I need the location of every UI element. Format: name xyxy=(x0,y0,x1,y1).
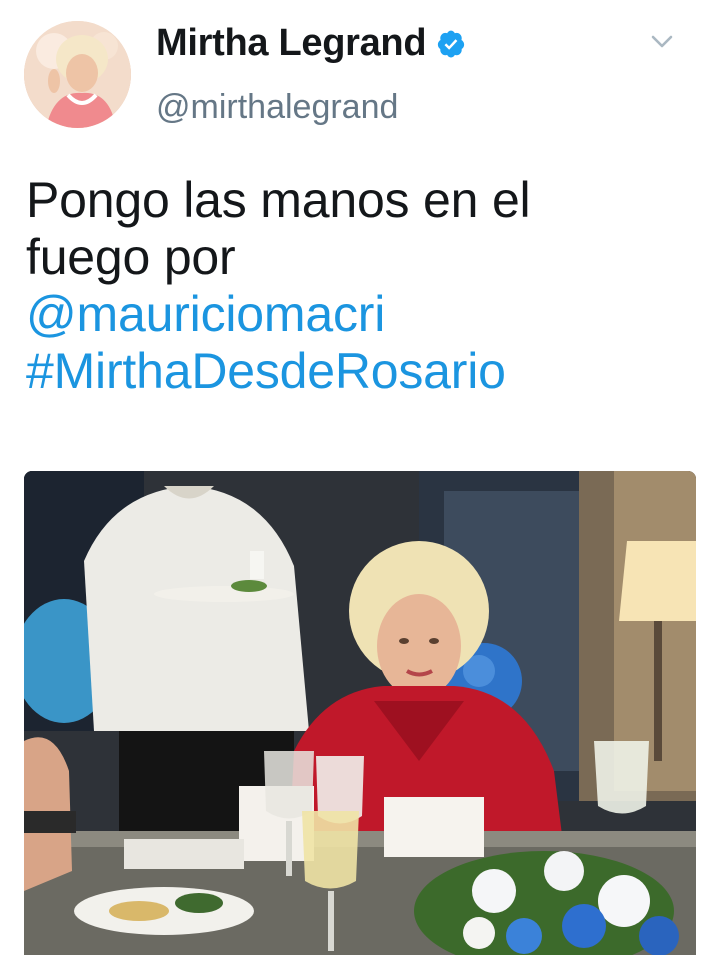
tweet-text-line-2: fuego por xyxy=(26,229,236,285)
tweet-text: Pongo las manos en el fuego por @maurici… xyxy=(26,172,531,400)
photo xyxy=(24,471,696,955)
author-display-name[interactable]: Mirtha Legrand xyxy=(156,22,427,65)
tweet-photo[interactable] xyxy=(24,471,696,955)
profile-avatar[interactable] xyxy=(24,21,131,128)
verified-badge-icon xyxy=(438,30,465,57)
author-handle[interactable]: @mirthalegrand xyxy=(156,88,398,127)
author-name-row: Mirtha Legrand xyxy=(156,22,466,65)
avatar-photo xyxy=(24,21,131,128)
tweet-text-line-1: Pongo las manos en el xyxy=(26,172,531,228)
hashtag-link[interactable]: #MirthaDesdeRosario xyxy=(26,343,530,400)
mention-link[interactable]: @mauriciomacri xyxy=(26,286,530,343)
chevron-down-icon[interactable] xyxy=(650,34,674,50)
